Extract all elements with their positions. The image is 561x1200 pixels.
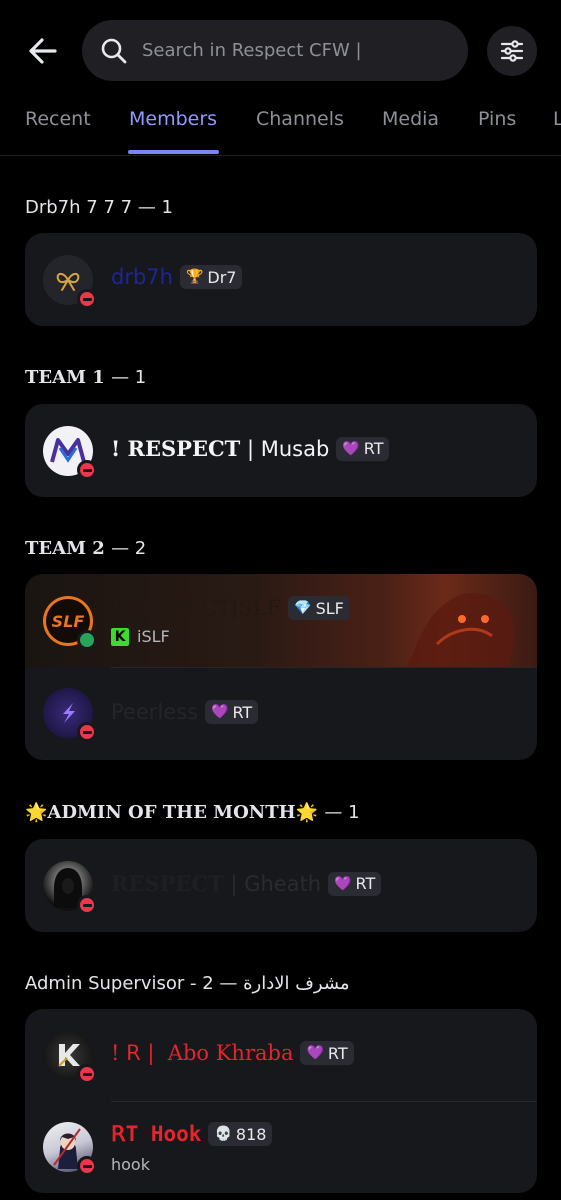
- arrow-left-icon: [29, 38, 57, 64]
- slf-logo-icon: SLF: [51, 611, 85, 631]
- member-name: | Musab: [240, 436, 330, 461]
- member-card: ! RESPECT | Musab 💜 RT: [25, 404, 537, 497]
- avatar: [43, 1030, 97, 1084]
- tab-pins[interactable]: Pins: [478, 108, 516, 130]
- search-icon: [101, 38, 127, 63]
- dnd-status-icon: [77, 460, 97, 480]
- tab-channels[interactable]: Channels: [256, 108, 344, 130]
- tag-label: Dr7: [207, 267, 237, 287]
- trophy-icon: 🏆: [185, 269, 204, 285]
- member-row[interactable]: SLF ! RESPECT|SLF 💎 SLF K iSLF: [25, 574, 537, 667]
- member-name: Peerless: [111, 700, 199, 724]
- tag-label: RT: [355, 874, 376, 893]
- bolt-icon: [63, 703, 75, 723]
- member-name-prefix: ! RESPECT: [111, 436, 241, 461]
- section-name: Drb7h 7 7 7: [25, 197, 133, 218]
- tab-media[interactable]: Media: [382, 108, 439, 130]
- member-row[interactable]: ! ꓣ | Abo Khraba 💜 RT: [25, 1009, 537, 1101]
- section-title: 🌟ADMIN OF THE MONTH🌟 — 1: [25, 802, 360, 823]
- avatar: [43, 1122, 97, 1176]
- member-name-prefix: RESPECT: [111, 871, 224, 896]
- section-count: — 2: [111, 538, 147, 559]
- search-input[interactable]: Search in Respect CFW |: [82, 20, 468, 81]
- member-row[interactable]: RESPECT | Gheath 💜 RT: [25, 839, 537, 932]
- skull-icon: 💀: [214, 1126, 232, 1142]
- tag-label: RT: [232, 702, 253, 722]
- tag-label: SLF: [315, 598, 344, 618]
- role-tag: 💎 SLF: [288, 596, 350, 620]
- member-name: ! ꓣ | Abo Khraba: [111, 1041, 294, 1065]
- dragon-banner-image: [407, 592, 514, 667]
- avatar: [43, 426, 97, 480]
- dnd-status-icon: [77, 895, 97, 915]
- bow-icon: [56, 272, 80, 291]
- star-icon: 🌟: [25, 802, 48, 823]
- active-tab-indicator: [128, 150, 219, 154]
- kick-icon: K: [111, 627, 129, 646]
- role-tag: 🏆 Dr7: [179, 265, 243, 289]
- member-card: ! ꓣ | Abo Khraba 💜 RT ꓣT Hook 💀 818 hook: [25, 1009, 537, 1193]
- member-card: RESPECT | Gheath 💜 RT: [25, 839, 537, 932]
- section-count: — 1: [111, 367, 147, 388]
- avatar: SLF: [43, 596, 97, 650]
- heart-icon: 💜: [306, 1045, 324, 1061]
- tag-label: RT: [327, 1043, 348, 1063]
- member-row[interactable]: drb7h 🏆 Dr7: [25, 233, 537, 326]
- member-name: | Gheath: [223, 871, 322, 896]
- section-name: ADMIN OF THE MONTH: [47, 802, 296, 823]
- tab-links[interactable]: L: [553, 108, 561, 130]
- section-title: Drb7h 7 7 7 — 1: [25, 197, 173, 218]
- member-card: drb7h 🏆 Dr7: [25, 233, 537, 326]
- section-count: — 1: [137, 197, 173, 218]
- tag-label: RT: [363, 439, 384, 458]
- section-count: — 1: [324, 802, 360, 823]
- dnd-status-icon: [77, 1156, 97, 1176]
- section-title: TEAM 1 — 1: [25, 367, 146, 388]
- member-subtitle: hook: [111, 1155, 150, 1174]
- section-title: TEAM 2 — 2: [25, 538, 146, 559]
- k-logo-icon: [58, 1044, 80, 1067]
- dnd-status-icon: [77, 289, 97, 309]
- online-status-icon: [77, 630, 97, 650]
- section-name: TEAM 1: [25, 367, 105, 388]
- section-title: Admin Supervisor - 2 — مشرف الادارة: [25, 973, 350, 994]
- heart-icon: 💜: [342, 440, 360, 457]
- member-name: drb7h: [111, 265, 173, 289]
- avatar: [43, 255, 97, 309]
- role-tag: 💀 818: [208, 1122, 273, 1146]
- section-name: Admin Supervisor - 2 — مشرف الادارة: [25, 973, 350, 994]
- member-name: ꓣT Hook: [111, 1122, 202, 1146]
- role-tag: 💜 RT: [205, 700, 259, 724]
- member-row[interactable]: Peerless 💜 RT: [25, 668, 537, 760]
- tab-bar: Recent Members Channels Media Pins L: [0, 100, 561, 156]
- tag-label: 818: [235, 1124, 267, 1144]
- tab-members[interactable]: Members: [129, 108, 217, 130]
- member-subtitle: iSLF: [137, 627, 170, 646]
- back-button[interactable]: [22, 30, 64, 72]
- star-icon: 🌟: [295, 802, 319, 823]
- role-tag: 💜 RT: [328, 871, 382, 896]
- avatar: [43, 688, 97, 742]
- role-tag: 💜 RT: [300, 1041, 354, 1065]
- heart-icon: 💜: [334, 875, 352, 892]
- avatar: [43, 861, 97, 915]
- search-placeholder: Search in Respect CFW |: [142, 40, 362, 61]
- heart-icon: 💜: [211, 704, 229, 720]
- dnd-status-icon: [77, 722, 97, 742]
- tab-recent[interactable]: Recent: [25, 108, 91, 130]
- member-name: ! RESPECT|SLF: [111, 596, 282, 620]
- filter-button[interactable]: [487, 26, 537, 76]
- top-bar: Search in Respect CFW |: [0, 0, 561, 100]
- member-card: SLF ! RESPECT|SLF 💎 SLF K iSLF Peerless 💜…: [25, 574, 537, 760]
- member-row[interactable]: ꓣT Hook 💀 818 hook: [25, 1102, 537, 1193]
- gem-icon: 💎: [294, 600, 312, 616]
- member-row[interactable]: ! RESPECT | Musab 💜 RT: [25, 404, 537, 497]
- section-name: TEAM 2: [25, 538, 105, 559]
- sliders-icon: [500, 40, 524, 62]
- role-tag: 💜 RT: [336, 436, 390, 461]
- dnd-status-icon: [77, 1064, 97, 1084]
